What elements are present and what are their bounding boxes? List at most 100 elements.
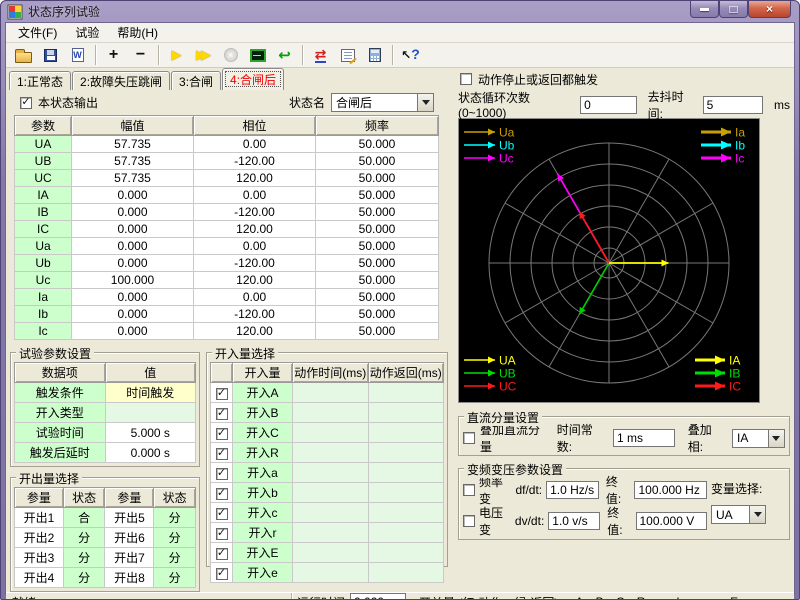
input-channel-checkbox[interactable]: [216, 528, 228, 540]
waveform-display-button[interactable]: [244, 43, 271, 67]
param-value-cell[interactable]: 0.000: [72, 221, 194, 238]
dvdt-input[interactable]: 1.0 v/s: [548, 512, 600, 530]
add-state-button[interactable]: +: [100, 43, 127, 67]
volt-final-input[interactable]: 100.000 V: [636, 512, 707, 530]
maximize-button[interactable]: [719, 1, 748, 18]
param-value-cell[interactable]: 0.000: [72, 187, 194, 204]
trigger-stop-return-checkbox[interactable]: [460, 73, 472, 85]
menu-test[interactable]: 试验: [66, 22, 108, 43]
param-value-cell[interactable]: -120.00: [194, 306, 316, 323]
voltage-change-checkbox[interactable]: [463, 515, 475, 527]
dropdown-button[interactable]: [417, 93, 434, 112]
output-state-cell[interactable]: 合: [63, 508, 105, 528]
test-param-value[interactable]: 时间触发: [105, 383, 196, 403]
param-value-cell[interactable]: 0.000: [72, 306, 194, 323]
input-channel-checkbox[interactable]: [216, 448, 228, 460]
output-state-cell[interactable]: 分: [154, 548, 196, 568]
start-test-button[interactable]: ▶: [163, 43, 190, 67]
input-channel-checkbox[interactable]: [216, 408, 228, 420]
dfdt-input[interactable]: 1.0 Hz/s: [546, 481, 599, 499]
param-value-cell[interactable]: 57.735: [72, 170, 194, 187]
export-word-button[interactable]: W: [64, 43, 91, 67]
param-value-cell[interactable]: 120.00: [194, 221, 316, 238]
param-value-cell[interactable]: 57.735: [72, 136, 194, 153]
tab-state-1[interactable]: 1:正常态: [9, 71, 71, 90]
param-value-cell[interactable]: -120.00: [194, 204, 316, 221]
param-value-cell[interactable]: 0.000: [72, 238, 194, 255]
param-value-cell[interactable]: 50.000: [316, 238, 439, 255]
offset-setting-button[interactable]: ⇄: [307, 43, 334, 67]
param-value-cell[interactable]: 50.000: [316, 255, 439, 272]
menu-file[interactable]: 文件(F): [9, 22, 66, 43]
continue-run-button[interactable]: ▶▶: [190, 43, 217, 67]
param-value-cell[interactable]: 50.000: [316, 323, 439, 340]
param-value-cell[interactable]: 57.735: [72, 153, 194, 170]
param-value-cell[interactable]: 50.000: [316, 306, 439, 323]
param-value-cell[interactable]: 0.00: [194, 238, 316, 255]
param-value-cell[interactable]: -120.00: [194, 255, 316, 272]
input-channel-checkbox[interactable]: [216, 428, 228, 440]
param-value-cell[interactable]: 50.000: [316, 221, 439, 238]
param-value-cell[interactable]: 50.000: [316, 204, 439, 221]
param-value-cell[interactable]: 0.000: [72, 323, 194, 340]
tab-state-4[interactable]: 4:合闸后: [222, 68, 284, 90]
output-state-cell[interactable]: 分: [63, 568, 105, 588]
dc-superpose-checkbox[interactable]: [463, 432, 475, 444]
input-channel-checkbox[interactable]: [216, 568, 228, 580]
superpose-phase-select[interactable]: IA: [732, 429, 785, 448]
output-state-cell[interactable]: 分: [154, 528, 196, 548]
report-button[interactable]: [334, 43, 361, 67]
debounce-input[interactable]: 5: [703, 96, 763, 114]
output-state-cell[interactable]: 分: [154, 508, 196, 528]
context-help-button[interactable]: ↖?: [397, 43, 424, 67]
state-output-checkbox[interactable]: [20, 97, 32, 109]
close-button[interactable]: ×: [748, 1, 791, 18]
param-value-cell[interactable]: 50.000: [316, 272, 439, 289]
test-param-value[interactable]: 5.000 s: [105, 423, 196, 443]
frequency-change-checkbox[interactable]: [463, 484, 475, 496]
param-value-cell[interactable]: 120.00: [194, 170, 316, 187]
test-param-value[interactable]: 0.000 s: [105, 443, 196, 463]
param-value-cell[interactable]: 0.00: [194, 289, 316, 306]
input-channel-checkbox[interactable]: [216, 488, 228, 500]
input-channel-checkbox[interactable]: [216, 388, 228, 400]
param-value-cell[interactable]: 0.00: [194, 187, 316, 204]
param-value-cell[interactable]: 50.000: [316, 153, 439, 170]
output-state-cell[interactable]: 分: [63, 528, 105, 548]
input-channel-checkbox[interactable]: [216, 468, 228, 480]
loop-count-input[interactable]: 0: [580, 96, 637, 114]
tab-state-3[interactable]: 3:合闸: [171, 71, 221, 90]
time-constant-input[interactable]: 1 ms: [613, 429, 675, 447]
param-value-cell[interactable]: 50.000: [316, 136, 439, 153]
minimize-button[interactable]: [690, 1, 719, 18]
param-value-cell[interactable]: 0.000: [72, 204, 194, 221]
param-value-cell[interactable]: 120.00: [194, 323, 316, 340]
freq-final-input[interactable]: 100.000 Hz: [634, 481, 707, 499]
output-state-cell[interactable]: 分: [154, 568, 196, 588]
menu-help[interactable]: 帮助(H): [108, 22, 167, 43]
tab-state-2[interactable]: 2:故障失压跳闸: [72, 71, 170, 90]
dropdown-button[interactable]: [749, 505, 766, 524]
param-value-cell[interactable]: 50.000: [316, 289, 439, 306]
remove-state-button[interactable]: −: [127, 43, 154, 67]
param-value-cell[interactable]: 50.000: [316, 170, 439, 187]
input-channel-checkbox[interactable]: [216, 508, 228, 520]
param-value-cell[interactable]: 0.00: [194, 136, 316, 153]
save-button[interactable]: [37, 43, 64, 67]
output-state-cell[interactable]: 分: [63, 548, 105, 568]
test-param-value[interactable]: [105, 403, 196, 423]
dropdown-button[interactable]: [768, 429, 785, 448]
state-name-select[interactable]: 合闸后: [331, 93, 434, 112]
input-channel-checkbox[interactable]: [216, 548, 228, 560]
undo-button[interactable]: ↩: [271, 43, 298, 67]
open-file-button[interactable]: [10, 43, 37, 67]
stop-test-button[interactable]: ×: [217, 43, 244, 67]
param-value-cell[interactable]: -120.00: [194, 153, 316, 170]
param-value-cell[interactable]: 100.000: [72, 272, 194, 289]
param-value-cell[interactable]: 0.000: [72, 255, 194, 272]
calculator-button[interactable]: [361, 43, 388, 67]
param-value-cell[interactable]: 0.000: [72, 289, 194, 306]
param-value-cell[interactable]: 50.000: [316, 187, 439, 204]
param-value-cell[interactable]: 120.00: [194, 272, 316, 289]
variable-select[interactable]: UA: [711, 505, 785, 524]
